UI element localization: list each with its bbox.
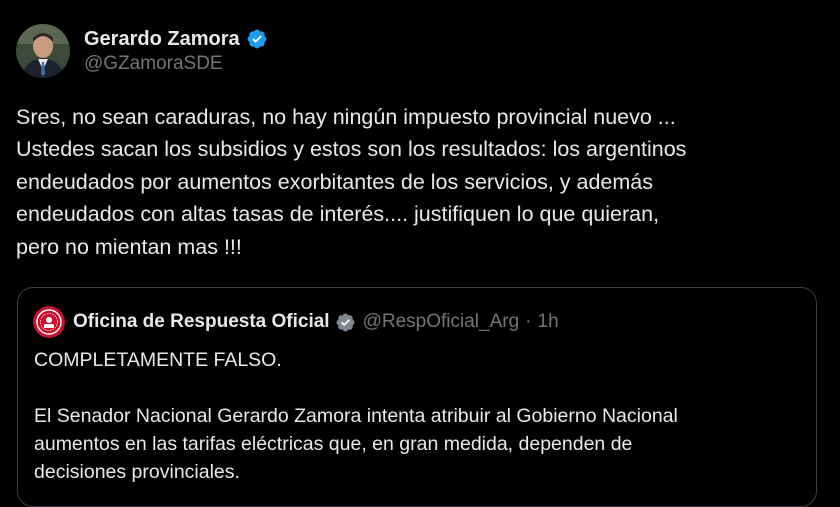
quoted-post-body: COMPLETAMENTE FALSO. El Senador Nacional… <box>34 346 814 486</box>
author-name-row: Gerardo Zamora <box>84 26 268 52</box>
author-display-name[interactable]: Gerardo Zamora <box>84 28 240 51</box>
post-text-line: Ustedes sacan los subsidios y estos son … <box>16 137 687 162</box>
quoted-post-header: Oficina de Respuesta Oficial @RespOficia… <box>33 306 559 338</box>
post-text-line: endeudados por aumentos exorbitantes de … <box>16 169 654 194</box>
author-avatar[interactable] <box>16 24 70 78</box>
quoted-post-line: decisiones provinciales. <box>34 461 240 483</box>
verified-badge-icon <box>335 312 356 333</box>
author-names: Gerardo Zamora @GZamoraSDE <box>84 26 268 75</box>
quoted-post-timestamp[interactable]: 1h <box>538 311 559 333</box>
separator-dot: · <box>525 311 532 332</box>
quoted-post-headline: COMPLETAMENTE FALSO. <box>34 349 282 371</box>
author-handle[interactable]: @GZamoraSDE <box>84 53 268 75</box>
post: Gerardo Zamora @GZamoraSDE Sres, no sean… <box>0 0 840 507</box>
profile-photo-icon <box>16 24 70 78</box>
quoted-author-handle[interactable]: @RespOficial_Arg <box>363 311 520 333</box>
verified-badge-icon <box>246 28 268 50</box>
post-author: Gerardo Zamora @GZamoraSDE <box>16 24 268 78</box>
quoted-post-line: El Senador Nacional Gerardo Zamora inten… <box>34 405 678 427</box>
post-text-line: pero no mientan mas !!! <box>16 234 242 259</box>
quoted-post[interactable]: Oficina de Respuesta Oficial @RespOficia… <box>17 287 817 507</box>
post-text: Sres, no sean caraduras, no hay ningún i… <box>16 101 831 263</box>
quoted-author-display-name[interactable]: Oficina de Respuesta Oficial <box>73 311 330 333</box>
post-text-line: Sres, no sean caraduras, no hay ningún i… <box>16 105 676 129</box>
official-seal-icon <box>33 306 65 338</box>
post-text-line: endeudados con altas tasas de interés...… <box>16 202 660 227</box>
quoted-post-line: aumentos en las tarifas eléctricas que, … <box>34 433 633 455</box>
quoted-author-avatar[interactable] <box>33 306 65 338</box>
